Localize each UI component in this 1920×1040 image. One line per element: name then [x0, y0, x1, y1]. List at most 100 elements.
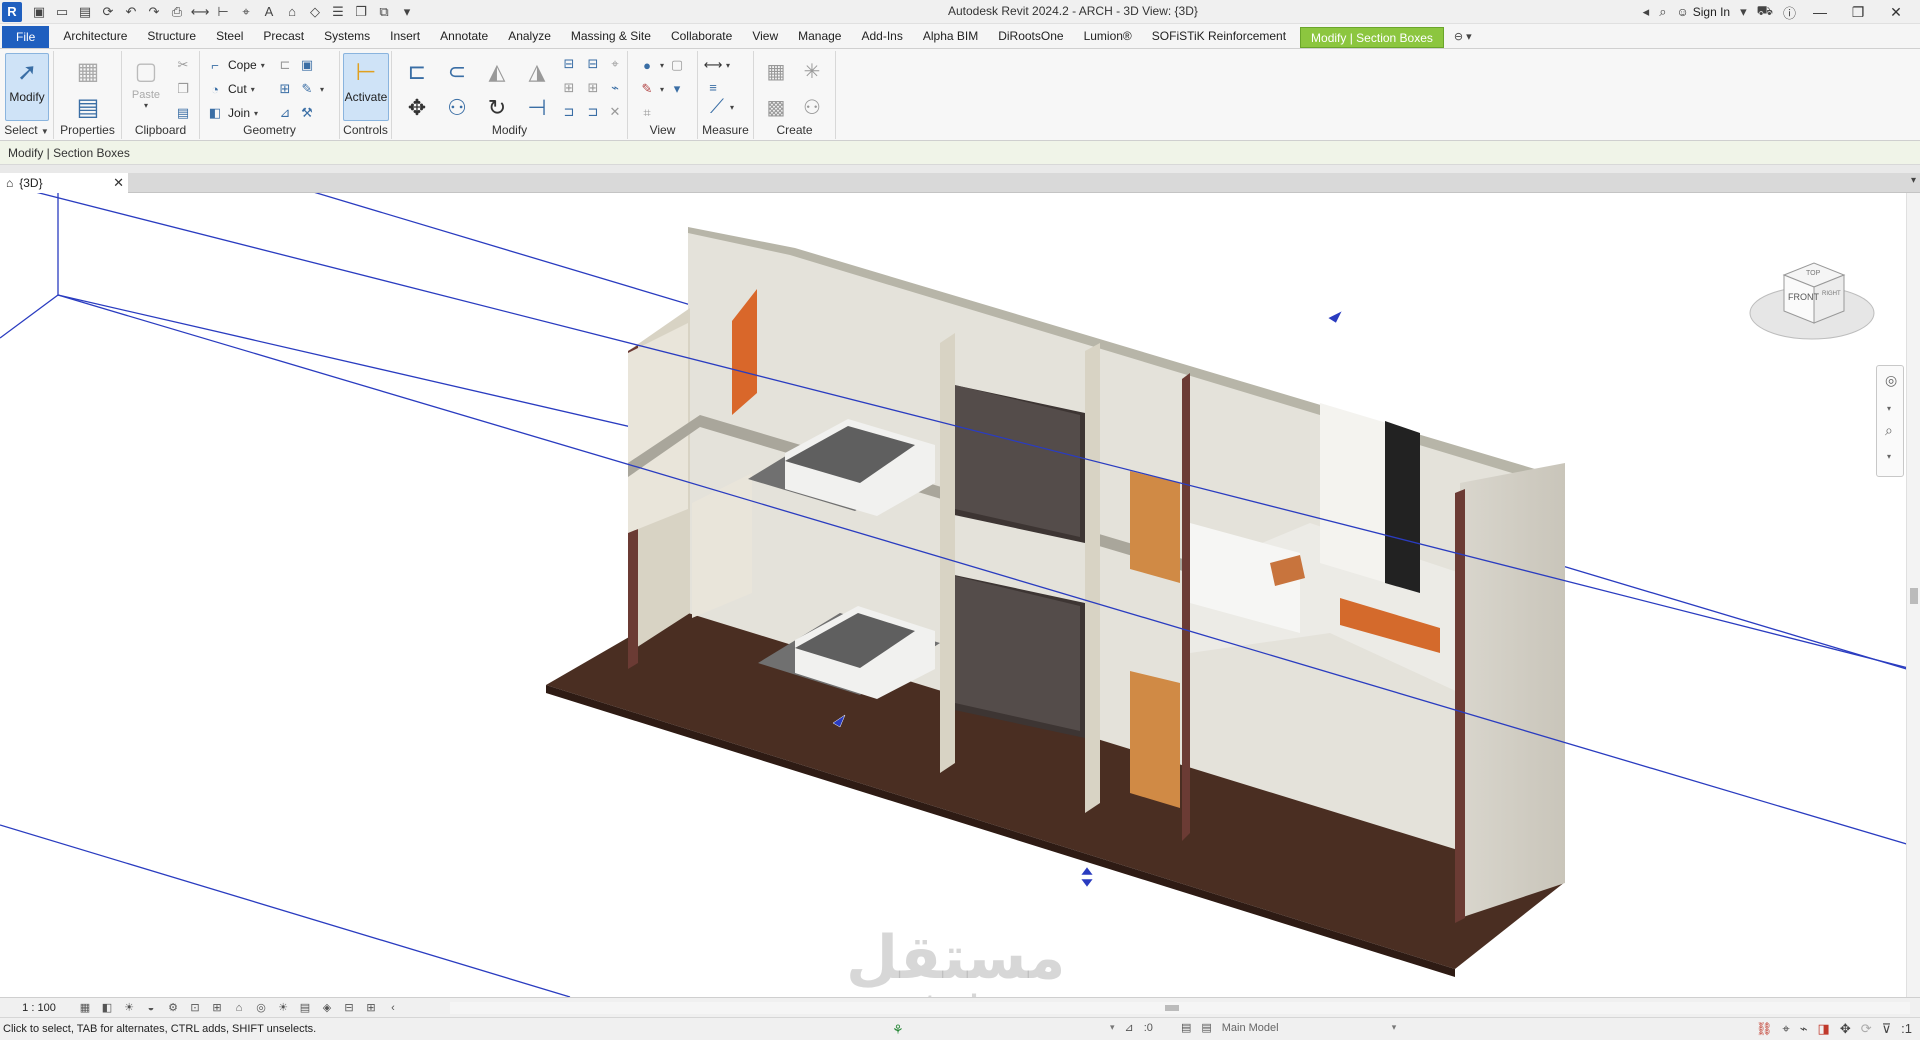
tab-systems[interactable]: Systems	[314, 24, 380, 48]
drag-elements-icon[interactable]: ✥	[1840, 1021, 1851, 1037]
delete-icon[interactable]: ✕	[606, 103, 624, 121]
crop-view-icon[interactable]: ⊡	[188, 1001, 202, 1014]
copy-to-clipboard-button[interactable]: ❐	[174, 79, 192, 99]
tab-dirootsone[interactable]: DiRootsOne	[988, 24, 1073, 48]
scale-icon[interactable]: ⊞	[584, 79, 602, 97]
highlight-displacement-icon[interactable]: ⊞	[364, 1001, 378, 1014]
trim-single-icon[interactable]: ⊐	[560, 103, 578, 121]
mirror-draw-icon[interactable]: ◮	[522, 57, 552, 87]
select-links-icon[interactable]: ⛓	[1756, 1021, 1773, 1037]
mirror-axis-icon[interactable]: ◭	[482, 57, 512, 87]
copy-element-icon[interactable]: ⚇	[442, 93, 472, 123]
ribbon-minimize-toggle-icon[interactable]: ⊖ ▾	[1448, 24, 1478, 48]
open-icon[interactable]: ▭	[53, 3, 71, 21]
tab-analyze[interactable]: Analyze	[498, 24, 561, 48]
workset-dropdown-icon[interactable]: ▾	[1110, 1022, 1115, 1033]
join-button[interactable]: ◧ Join ▾	[206, 103, 258, 123]
tab-architecture[interactable]: Architecture	[53, 24, 137, 48]
analytical-model-icon[interactable]: ⊟	[342, 1001, 356, 1014]
text-icon[interactable]: A	[260, 3, 278, 21]
split-element-icon[interactable]: ⊟	[560, 55, 578, 73]
create-group-icon[interactable]: ▩	[762, 93, 790, 121]
viewcube-right-label[interactable]: RIGHT	[1822, 291, 1841, 297]
unpin-icon[interactable]: ⌁	[606, 79, 624, 97]
rotate-icon[interactable]: ↻	[482, 93, 512, 123]
reveal-hidden-icon[interactable]: ☀	[276, 1001, 290, 1014]
match-type-button[interactable]: ▤	[174, 103, 192, 123]
viewcube[interactable]: TOP FRONT RIGHT	[1744, 245, 1884, 345]
grip-bottom-down[interactable]	[1080, 878, 1094, 888]
properties-button[interactable]: ▤	[68, 89, 108, 125]
select-dropdown[interactable]: Select ▼	[0, 123, 53, 137]
steering-wheel-dropdown-icon[interactable]: ▾	[1887, 404, 1891, 413]
tab-alpha-bim[interactable]: Alpha BIM	[913, 24, 988, 48]
steering-wheel-icon[interactable]: ◎	[1885, 372, 1897, 389]
cart-icon[interactable]: ⛟	[1757, 3, 1773, 21]
paint-button[interactable]: ⊞ ✎ ▾	[276, 79, 324, 99]
viewcube-top-label[interactable]: TOP	[1806, 270, 1821, 277]
restore-icon[interactable]: ❐	[1844, 4, 1872, 21]
temporary-hide-icon[interactable]: ◎	[254, 1001, 268, 1014]
filter-selection-icon[interactable]: ⊽	[1882, 1021, 1892, 1037]
visual-style-icon[interactable]: ◧	[100, 1001, 114, 1014]
view-control-scroll-left-icon[interactable]: ‹	[386, 1002, 400, 1014]
hide-button[interactable]: ● ▾ ▢	[638, 55, 686, 75]
thin-lines-icon[interactable]: ☰	[329, 3, 347, 21]
shadows-icon[interactable]: ◒	[144, 1002, 158, 1014]
create-assembly-icon[interactable]: ▦	[762, 57, 790, 85]
drawing-area-3d[interactable]: TOP FRONT RIGHT ◎ ▾ ⌕ ▾ مستقل mostaql.co…	[0, 193, 1920, 997]
customize-qat-icon[interactable]: ▾	[398, 3, 416, 21]
cut-geometry-button[interactable]: ◔ Cut ▾	[206, 79, 255, 99]
revit-logo-icon[interactable]: R	[2, 1, 22, 22]
print-icon[interactable]: ⎙	[168, 3, 186, 21]
tab-massing-site[interactable]: Massing & Site	[561, 24, 661, 48]
model-dropdown-icon[interactable]: ▾	[1392, 1022, 1397, 1033]
tab-view[interactable]: View	[742, 24, 788, 48]
show-crop-icon[interactable]: ⊞	[210, 1001, 224, 1014]
dimension-icon[interactable]: ⊢	[214, 3, 232, 21]
rendering-icon[interactable]: ⚙	[166, 1001, 180, 1014]
select-by-face-icon[interactable]: ◨	[1818, 1021, 1830, 1037]
modify-button[interactable]: ➚ Modify	[5, 53, 49, 121]
activate-button[interactable]: ⊢ Activate	[343, 53, 389, 121]
detail-level-icon[interactable]: ▦	[78, 1001, 92, 1014]
trim-multiple-icon[interactable]: ⊐	[584, 103, 602, 121]
offset-icon[interactable]: ⊂	[442, 57, 472, 87]
unlocked-3d-icon[interactable]: ⌂	[232, 1002, 246, 1014]
home-icon[interactable]: ▣	[30, 3, 48, 21]
create-parts-icon[interactable]: ✳	[798, 57, 826, 85]
switch-windows-icon[interactable]: ⧉	[375, 3, 393, 21]
vertical-scroll-thumb[interactable]	[1910, 588, 1918, 604]
binoculars-icon[interactable]: ⌕	[1659, 4, 1666, 20]
demolish-button[interactable]: ⊿ ⚒	[276, 103, 316, 123]
grip-top[interactable]	[1327, 310, 1343, 324]
save-icon[interactable]: ▤	[76, 3, 94, 21]
grip-bottom-up[interactable]	[1080, 866, 1094, 876]
cut-to-clipboard-button[interactable]: ✂	[174, 55, 192, 75]
tab-modify-section-boxes[interactable]: Modify | Section Boxes	[1300, 27, 1444, 48]
viewcube-front-label[interactable]: FRONT	[1788, 292, 1819, 302]
aligned-dimension-button[interactable]: ⟋ ▾	[708, 96, 734, 118]
create-similar-icon[interactable]: ⚇	[798, 93, 826, 121]
type-properties-button[interactable]: ▦	[68, 53, 108, 89]
minimize-icon[interactable]: —	[1806, 4, 1834, 20]
section-icon[interactable]: ◇	[306, 3, 324, 21]
background-processes-icon[interactable]: ⟳	[1861, 1021, 1872, 1037]
redo-icon[interactable]: ↷	[145, 3, 163, 21]
design-options-icon[interactable]: ▤	[1181, 1021, 1191, 1034]
tab-structure[interactable]: Structure	[137, 24, 206, 48]
sync-icon[interactable]: ⟳	[99, 3, 117, 21]
worksharing-display-icon[interactable]: ◈	[320, 1001, 334, 1014]
horizontal-scroll-thumb[interactable]	[1165, 1005, 1179, 1011]
temporary-view-properties-icon[interactable]: ▤	[298, 1001, 312, 1014]
linework-button[interactable]: ⌗	[638, 103, 656, 123]
tab-manage[interactable]: Manage	[788, 24, 851, 48]
tab-insert[interactable]: Insert	[380, 24, 430, 48]
back-icon[interactable]: ◂	[1643, 4, 1650, 20]
view-scale[interactable]: 1 : 100	[0, 1002, 78, 1014]
wall-joins-button[interactable]: ⊏ ▣	[276, 55, 316, 75]
close-view-tab-icon[interactable]: ✕	[113, 175, 124, 191]
zoom-region-icon[interactable]: ⌕	[1885, 422, 1893, 439]
cope-button[interactable]: ⌐ Cope ▾	[206, 55, 265, 75]
view-tab-3d[interactable]: ⌂ {3D} ✕	[0, 173, 128, 193]
